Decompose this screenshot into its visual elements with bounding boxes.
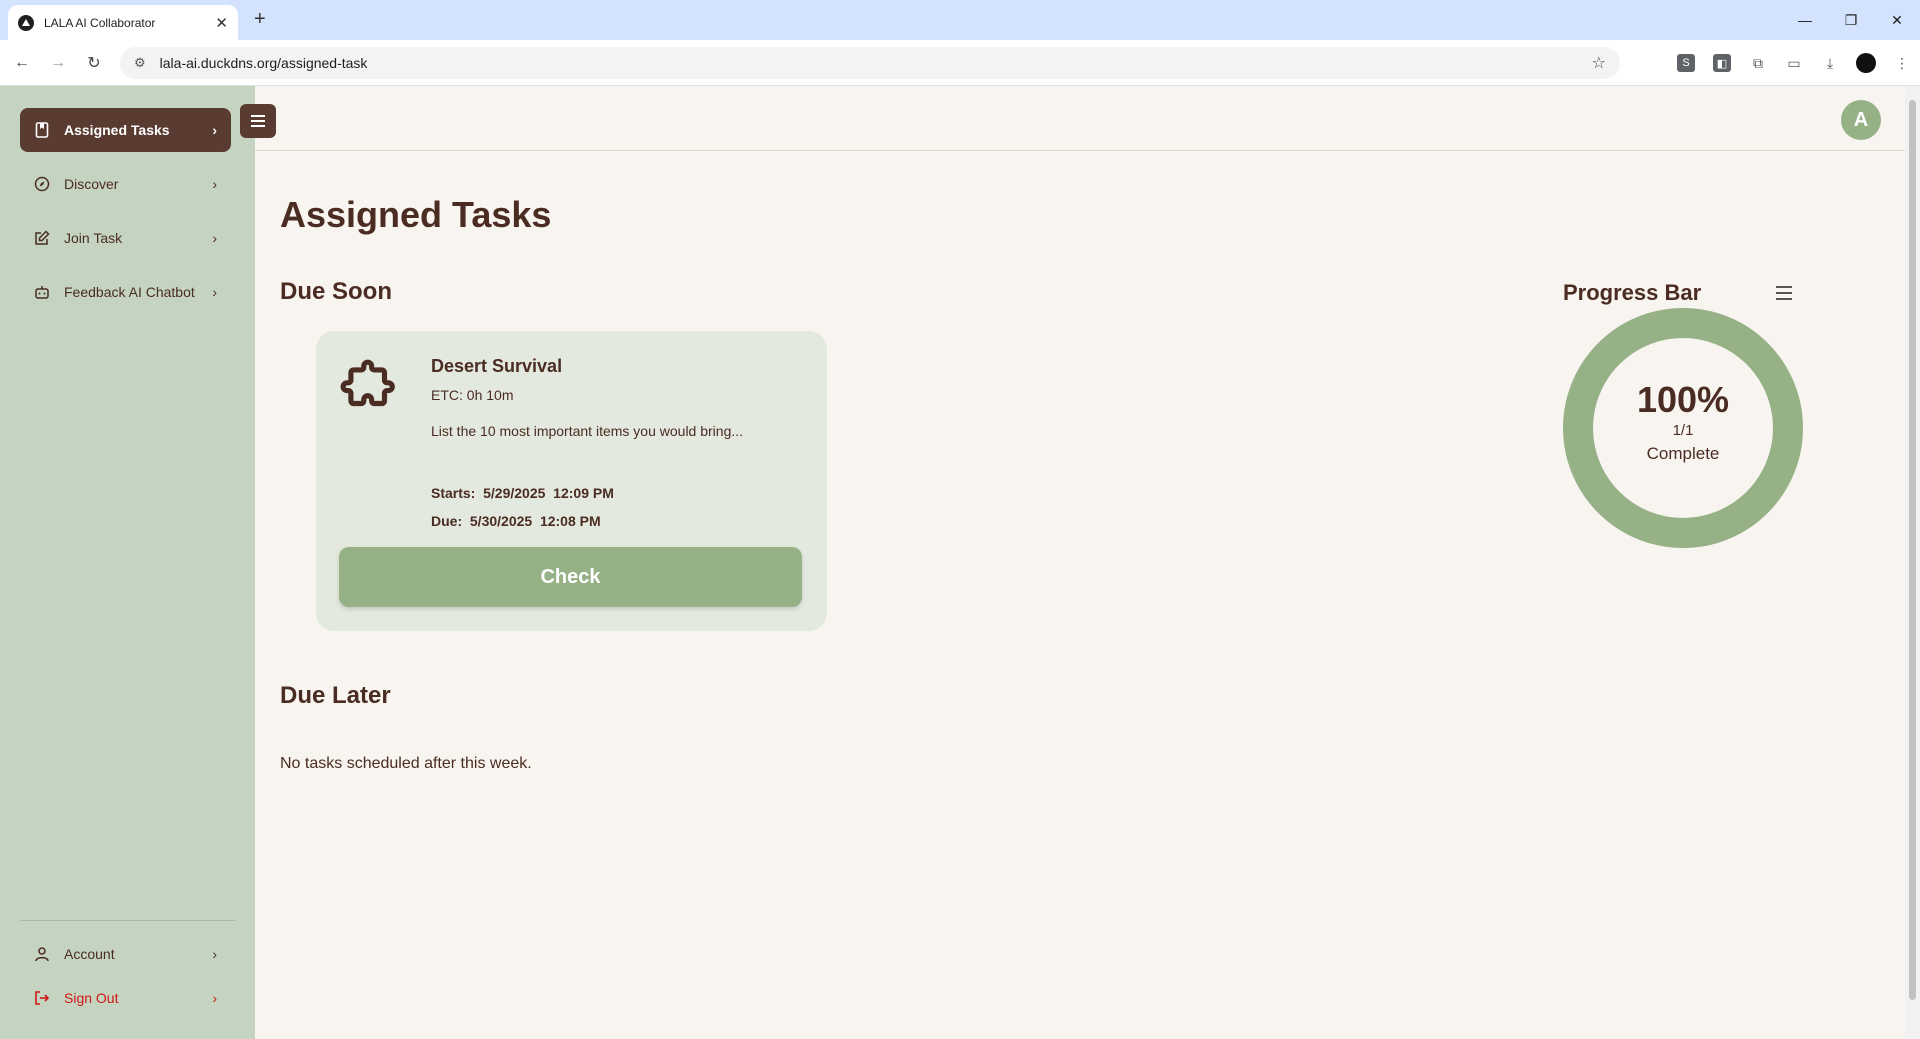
progress-percent: 100% bbox=[1636, 379, 1730, 420]
reload-icon[interactable]: ↻ bbox=[76, 45, 112, 81]
user-icon bbox=[34, 946, 50, 962]
page-title: Assigned Tasks bbox=[280, 194, 552, 235]
sidebar: Assigned Tasks › Discover › Join Task › … bbox=[0, 86, 255, 1039]
download-icon[interactable]: ⤓ bbox=[1812, 47, 1848, 79]
task-title: Desert Survival bbox=[431, 356, 563, 376]
chevron-right-icon: › bbox=[212, 122, 217, 138]
new-tab-icon[interactable]: + bbox=[254, 8, 266, 31]
back-icon[interactable]: ← bbox=[4, 45, 40, 81]
bot-icon bbox=[34, 284, 50, 300]
due-soon-heading: Due Soon bbox=[280, 278, 392, 305]
chevron-right-icon: › bbox=[212, 990, 217, 1006]
sidebar-item-label: Sign Out bbox=[64, 990, 119, 1006]
progress-readout: 100% 1/1 Complete bbox=[1563, 308, 1803, 548]
browser-tab[interactable]: LALA AI Collaborator ✕ bbox=[8, 5, 238, 40]
menu-toggle-button[interactable] bbox=[240, 104, 276, 138]
url-text: lala-ai.duckdns.org/assigned-task bbox=[159, 55, 368, 71]
progress-title: Progress Bar bbox=[1563, 280, 1702, 305]
sidebar-item-label: Assigned Tasks bbox=[64, 122, 170, 138]
sidebar-item-feedback-ai-chatbot[interactable]: Feedback AI Chatbot › bbox=[20, 270, 231, 314]
browser-toolbar: ← → ↻ ⚙ lala-ai.duckdns.org/assigned-tas… bbox=[0, 40, 1920, 86]
sidebar-item-label: Feedback AI Chatbot bbox=[64, 284, 195, 300]
avatar[interactable]: A bbox=[1841, 100, 1881, 140]
extension-toolbar: S ◧ ⧉ ▭ ⤓ ⋮ bbox=[1668, 47, 1920, 79]
sign-out-icon bbox=[34, 990, 50, 1006]
extensions-puzzle-icon[interactable]: ⧉ bbox=[1740, 47, 1776, 79]
window-close-icon[interactable]: ✕ bbox=[1874, 0, 1920, 40]
progress-count: 1/1 bbox=[1672, 422, 1694, 439]
browser-menu-icon[interactable]: ⋮ bbox=[1884, 47, 1920, 79]
task-description: List the 10 most important items you wou… bbox=[431, 423, 744, 439]
restore-icon[interactable]: ❐ bbox=[1828, 0, 1874, 40]
task-dates: Starts: 5/29/2025 12:09 PM Due: 5/30/202… bbox=[431, 479, 614, 535]
puzzle-icon bbox=[340, 359, 395, 407]
tab-search-icon[interactable]: ▭ bbox=[1776, 47, 1812, 79]
bookmark-star-icon[interactable]: ☆ bbox=[1592, 53, 1606, 73]
extension-shield-icon[interactable]: ◧ bbox=[1704, 47, 1740, 79]
sidebar-item-sign-out[interactable]: Sign Out › bbox=[20, 976, 231, 1020]
chevron-right-icon: › bbox=[212, 230, 217, 246]
chevron-right-icon: › bbox=[212, 284, 217, 300]
sidebar-item-account[interactable]: Account › bbox=[20, 932, 231, 976]
progress-status: Complete bbox=[1646, 444, 1720, 463]
extension-s-icon[interactable]: S bbox=[1668, 47, 1704, 79]
task-due-date: Due: 5/30/2025 12:08 PM bbox=[431, 513, 601, 529]
header-divider bbox=[255, 150, 1905, 151]
tab-close-icon[interactable]: ✕ bbox=[215, 14, 228, 32]
forward-icon[interactable]: → bbox=[40, 45, 76, 81]
browser-tab-bar: LALA AI Collaborator ✕ + — ❐ ✕ bbox=[0, 0, 1920, 40]
sidebar-item-label: Join Task bbox=[64, 230, 123, 246]
sidebar-divider bbox=[20, 920, 235, 921]
task-card: Desert Survival ETC: 0h 10m List the 10 … bbox=[316, 331, 827, 631]
page-scrollbar[interactable] bbox=[1905, 86, 1920, 1039]
site-settings-icon[interactable]: ⚙ bbox=[134, 55, 146, 71]
hamburger-icon bbox=[251, 115, 265, 117]
chevron-right-icon: › bbox=[212, 176, 217, 192]
tab-title: LALA AI Collaborator bbox=[44, 15, 156, 30]
address-bar[interactable]: ⚙ lala-ai.duckdns.org/assigned-task ☆ bbox=[120, 47, 1620, 79]
due-later-empty-text: No tasks scheduled after this week. bbox=[280, 755, 532, 772]
profile-icon[interactable] bbox=[1848, 47, 1884, 79]
minimize-icon[interactable]: — bbox=[1782, 0, 1828, 40]
sidebar-item-assigned-tasks[interactable]: Assigned Tasks › bbox=[20, 108, 231, 152]
task-etc: ETC: 0h 10m bbox=[431, 387, 514, 403]
task-start-date: Starts: 5/29/2025 12:09 PM bbox=[431, 485, 614, 501]
window-controls: — ❐ ✕ bbox=[1782, 0, 1920, 40]
sidebar-item-join-task[interactable]: Join Task › bbox=[20, 216, 231, 260]
check-button[interactable]: Check bbox=[339, 547, 802, 607]
sidebar-item-label: Account bbox=[64, 946, 115, 962]
book-icon bbox=[34, 122, 50, 138]
edit-icon bbox=[34, 230, 50, 246]
due-later-heading: Due Later bbox=[280, 682, 391, 709]
sidebar-item-discover[interactable]: Discover › bbox=[20, 162, 231, 206]
scrollbar-thumb[interactable] bbox=[1909, 100, 1916, 1000]
chevron-right-icon: › bbox=[212, 946, 217, 962]
app-root: Assigned Tasks › Discover › Join Task › … bbox=[0, 86, 1920, 1039]
progress-menu-icon[interactable] bbox=[1776, 286, 1792, 300]
site-favicon-icon bbox=[18, 14, 34, 31]
sidebar-item-label: Discover bbox=[64, 176, 119, 192]
compass-icon bbox=[34, 176, 50, 192]
